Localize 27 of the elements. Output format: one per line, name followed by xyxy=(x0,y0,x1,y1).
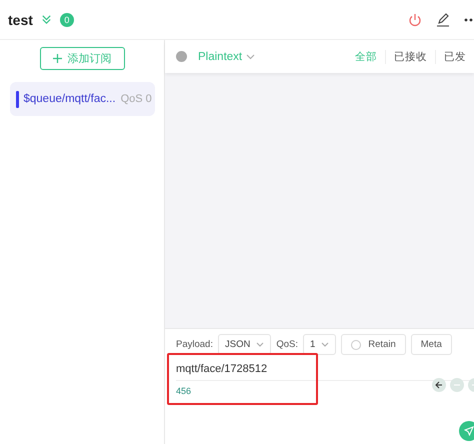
chevrons-down-icon[interactable] xyxy=(40,14,52,25)
previous-button[interactable] xyxy=(432,378,446,392)
meta-button[interactable]: Meta xyxy=(410,334,452,355)
connection-title: test xyxy=(8,12,33,28)
power-icon[interactable] xyxy=(408,12,422,26)
edit-icon[interactable] xyxy=(436,12,450,26)
subscription-qos: QoS 0 xyxy=(120,93,152,105)
retain-toggle[interactable]: Retain xyxy=(341,334,406,355)
count-badge: 0 xyxy=(60,12,74,26)
payload-field[interactable]: 456 xyxy=(176,386,192,396)
qos-label: QoS: xyxy=(276,339,298,350)
qos-select[interactable]: 1 xyxy=(302,334,336,355)
caret-icon xyxy=(256,342,264,347)
status-dot xyxy=(176,51,187,62)
subscription-item[interactable]: $queue/mqtt/fac... QoS 0 xyxy=(10,82,154,116)
subscription-topic: $queue/mqtt/fac... xyxy=(24,93,116,105)
send-button[interactable] xyxy=(459,421,474,441)
left-arrow-icon xyxy=(435,381,443,389)
filter-tab[interactable]: 已发 xyxy=(435,50,474,64)
caret-icon xyxy=(246,54,256,60)
send-icon xyxy=(464,426,474,436)
payload-type-select[interactable]: JSON xyxy=(218,334,272,355)
caret-icon xyxy=(321,342,330,347)
plus-icon xyxy=(52,54,62,63)
payload-label: Payload: xyxy=(176,339,213,350)
filter-tab[interactable]: 已接收 xyxy=(385,50,435,64)
more-icon[interactable] xyxy=(464,18,474,22)
